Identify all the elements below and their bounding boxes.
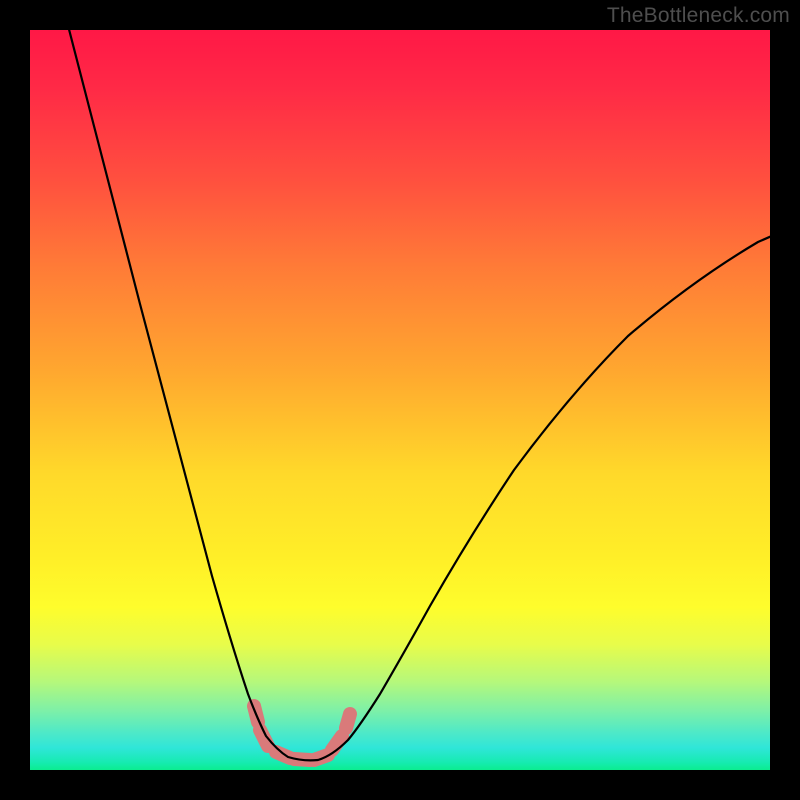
curve-layer xyxy=(30,30,770,770)
bottleneck-curve xyxy=(64,30,770,760)
chart-frame: TheBottleneck.com xyxy=(0,0,800,800)
plot-area xyxy=(30,30,770,770)
marker-dot xyxy=(346,714,350,728)
watermark-text: TheBottleneck.com xyxy=(607,4,790,28)
